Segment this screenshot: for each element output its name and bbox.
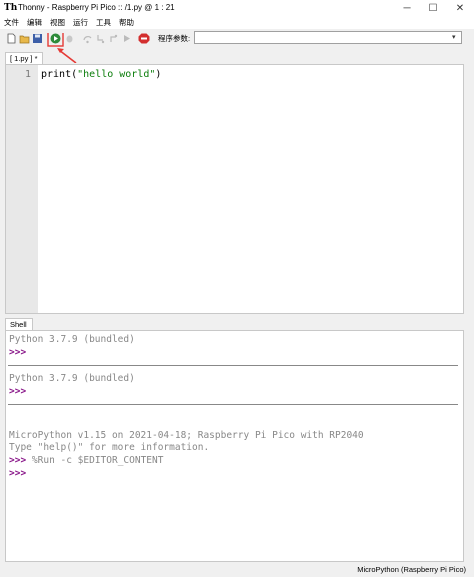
code-paren: ) (155, 69, 162, 80)
resume-icon[interactable] (121, 33, 132, 44)
shell-separator (8, 365, 458, 366)
shell-line: MicroPython v1.15 on 2021-04-18; Raspber… (9, 430, 364, 441)
menu-file[interactable]: 文件 (0, 17, 23, 29)
shell-separator (8, 404, 458, 405)
shell-scrollbar[interactable] (464, 330, 471, 562)
shell-prompt: >>> (9, 347, 27, 358)
shell-command: %Run -c $EDITOR_CONTENT (31, 455, 164, 466)
open-file-icon[interactable] (19, 33, 30, 44)
editor-tab[interactable]: [ 1.py ] * × (5, 52, 43, 74)
close-button[interactable]: ✕ (447, 0, 473, 17)
maximize-button[interactable]: ☐ (420, 0, 446, 17)
shell-input-prompt[interactable]: >>> (9, 468, 26, 479)
menu-view[interactable]: 视图 (46, 17, 69, 29)
shell-line: Python 3.7.9 (bundled) (9, 373, 135, 384)
new-file-icon[interactable] (6, 33, 17, 44)
shell-tab-label: Shell (10, 320, 27, 329)
menu-edit[interactable]: 编辑 (23, 17, 46, 29)
step-out-icon[interactable] (108, 33, 119, 44)
shell-line: Python 3.7.9 (bundled) (9, 334, 135, 345)
editor-scrollbar[interactable] (464, 64, 471, 314)
shell-prompt: >>> (9, 455, 27, 466)
stop-icon[interactable] (138, 33, 150, 44)
menu-help[interactable]: 帮助 (115, 17, 138, 29)
menu-run[interactable]: 运行 (69, 17, 92, 29)
menu-bar: 文件 编辑 视图 运行 工具 帮助 (0, 17, 474, 29)
thonny-logo-icon: Th (4, 3, 18, 13)
menu-tools[interactable]: 工具 (92, 17, 115, 29)
line-number: 1 (24, 69, 31, 80)
code-line[interactable]: print("hello world") (41, 69, 161, 80)
chevron-down-icon[interactable]: ▾ (452, 33, 456, 41)
debug-icon[interactable] (64, 33, 75, 44)
run-icon[interactable] (50, 33, 61, 44)
minimize-button[interactable]: ─ (394, 0, 420, 17)
editor-tab-label: [ 1.py ] * (10, 54, 38, 63)
save-icon[interactable] (32, 33, 43, 44)
program-arguments-input[interactable] (194, 31, 462, 44)
code-string: "hello world" (77, 69, 156, 80)
shell-tab[interactable]: Shell × (5, 318, 33, 340)
program-arguments-label: 程序参数: (158, 34, 191, 43)
shell-command-line: >>> %Run -c $EDITOR_CONTENT (9, 455, 163, 466)
step-into-icon[interactable] (95, 33, 106, 44)
code-editor[interactable] (5, 64, 464, 314)
interpreter-status[interactable]: MicroPython (Raspberry Pi Pico) (357, 565, 466, 575)
line-number-gutter (6, 65, 38, 313)
shell-line: Type "help()" for more information. (9, 442, 210, 453)
window-title: Thonny - Raspberry Pi Pico :: /1.py @ 1 … (18, 3, 175, 12)
step-over-icon[interactable] (82, 33, 93, 44)
shell-prompt: >>> (9, 386, 27, 397)
code-function: print( (41, 69, 78, 80)
